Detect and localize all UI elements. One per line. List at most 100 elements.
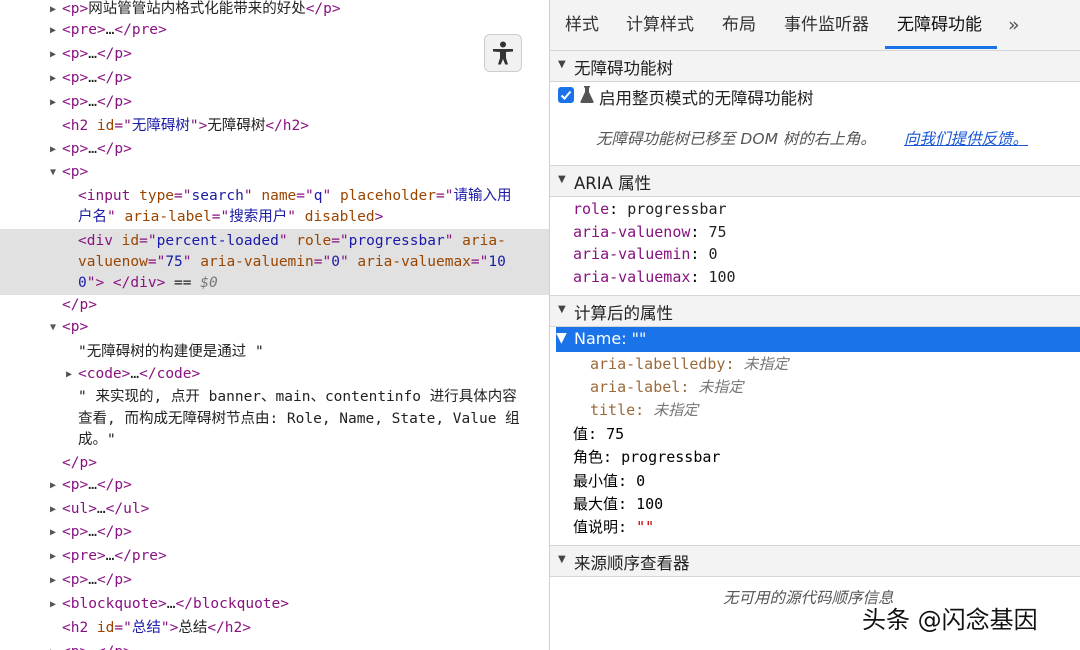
feedback-link[interactable]: 向我们提供反馈。 <box>904 127 1028 149</box>
dom-node-content: <input type="search" name="q" placeholde… <box>78 188 512 204</box>
computed-prop-row: 角色: progressbar <box>573 448 721 466</box>
aria-prop-row: aria-valuenow: 75 <box>573 223 727 241</box>
dom-node-row[interactable]: ▶ <ul>…</ul> <box>0 498 549 521</box>
dom-node-row[interactable]: ▶ <pre>…</pre> <box>0 19 549 42</box>
collapse-triangle-icon[interactable]: ▼ <box>50 161 56 185</box>
expand-triangle-icon[interactable]: ▶ <box>50 43 56 67</box>
dom-node-row[interactable]: <input type="search" name="q" placeholde… <box>0 185 549 208</box>
dom-node-content: <pre>…</pre> <box>62 548 167 564</box>
name-source-row: aria-labelledby: 未指定 <box>590 355 789 373</box>
expand-triangle-icon: ▼ <box>558 554 566 565</box>
dom-node-content: <div id="percent-loaded" role="progressb… <box>78 233 506 249</box>
dom-node-row[interactable]: ▶ <code>…</code> <box>0 363 549 386</box>
dom-node-row[interactable]: <h2 id="无障碍树">无障碍树</h2> <box>0 115 549 138</box>
dom-node-row[interactable]: 0"> </div> == $0 <box>0 272 549 295</box>
expand-triangle-icon: ▼ <box>556 330 567 346</box>
checkbox-label[interactable]: 启用整页模式的无障碍功能树 <box>599 85 814 109</box>
computed-prop-row: 最大值: 100 <box>573 495 664 513</box>
tab-accessibility[interactable]: 无障碍功能 <box>897 10 982 40</box>
expand-triangle-icon[interactable]: ▶ <box>50 91 56 115</box>
dom-node-row[interactable]: 成。" <box>0 429 549 452</box>
aria-prop-row: role: progressbar <box>573 200 727 218</box>
tab-computed[interactable]: 计算样式 <box>626 10 694 40</box>
expand-triangle-icon[interactable]: ▶ <box>50 474 56 498</box>
dom-node-content: <p>…</p> <box>62 46 132 62</box>
accessibility-tree-toggle-button[interactable] <box>484 34 522 72</box>
expand-triangle-icon[interactable]: ▶ <box>66 363 72 387</box>
tab-layout[interactable]: 布局 <box>722 10 756 40</box>
section-computed-header[interactable]: ▼ 计算后的属性 <box>550 295 1080 327</box>
dom-node-row[interactable]: ▼ <p> <box>0 161 549 184</box>
dom-node-row[interactable]: ▶ <p>网站管管站内格式化能带来的好处</p> <box>0 0 549 21</box>
tree-moved-note: 无障碍功能树已移至 DOM 树的右上角。 <box>596 130 876 148</box>
dom-node-content: 查看, 而构成无障碍树节点由: Role, Name, State, Value… <box>78 411 520 427</box>
dom-node-row[interactable]: valuenow="75" aria-valuemin="0" aria-val… <box>0 251 549 274</box>
dom-node-content: <p>…</p> <box>62 94 132 110</box>
dom-node-row[interactable]: ▶ <p>…</p> <box>0 91 549 114</box>
tab-styles[interactable]: 样式 <box>565 10 599 40</box>
expand-triangle-icon[interactable]: ▶ <box>50 593 56 617</box>
dom-node-content: <h2 id="总结">总结</h2> <box>62 620 251 636</box>
dom-node-row[interactable]: " 来实现的, 点开 banner、main、contentinfo 进行具体内… <box>0 386 549 409</box>
dom-node-content: <p>…</p> <box>62 477 132 493</box>
watermark-text: 头条 @闪念基因 <box>862 606 1038 634</box>
dom-node-content: <h2 id="无障碍树">无障碍树</h2> <box>62 118 309 134</box>
dom-node-content: " 来实现的, 点开 banner、main、contentinfo 进行具体内… <box>78 389 517 405</box>
expand-triangle-icon[interactable]: ▶ <box>50 138 56 162</box>
expand-triangle-icon[interactable]: ▶ <box>50 19 56 43</box>
dom-node-row[interactable]: </p> <box>0 452 549 475</box>
expand-triangle-icon[interactable]: ▶ <box>50 641 56 650</box>
name-label: Name: "" <box>574 329 647 348</box>
full-page-tree-checkbox[interactable] <box>558 87 574 103</box>
dom-node-row[interactable]: ▶ <p>…</p> <box>0 43 549 66</box>
aria-prop-row: aria-valuemax: 100 <box>573 268 736 286</box>
more-tabs-icon[interactable]: » <box>1008 10 1020 40</box>
collapse-triangle-icon[interactable]: ▼ <box>50 316 56 340</box>
accessibility-person-icon <box>493 41 513 65</box>
name-source-row: title: 未指定 <box>590 401 699 419</box>
dom-node-row[interactable]: ▶ <blockquote>…</blockquote> <box>0 593 549 616</box>
dom-node-content: </p> <box>62 297 97 313</box>
expand-triangle-icon[interactable]: ▶ <box>50 545 56 569</box>
dom-node-content: <blockquote>…</blockquote> <box>62 596 289 612</box>
flask-icon <box>580 86 594 103</box>
dom-node-row[interactable]: 查看, 而构成无障碍树节点由: Role, Name, State, Value… <box>0 408 549 431</box>
dom-node-row[interactable]: ▶ <pre>…</pre> <box>0 545 549 568</box>
dom-node-content: <pre>…</pre> <box>62 22 167 38</box>
expand-triangle-icon[interactable]: ▶ <box>50 569 56 593</box>
dom-node-row[interactable]: "无障碍树的构建便是通过 " <box>0 341 549 364</box>
expand-triangle-icon[interactable]: ▶ <box>50 67 56 91</box>
dom-node-content: 0"> </div> == $0 <box>78 275 218 291</box>
dom-node-row[interactable]: ▶ <p>…</p> <box>0 521 549 544</box>
dom-node-row[interactable]: <h2 id="总结">总结</h2> <box>0 617 549 640</box>
tab-event-listeners[interactable]: 事件监听器 <box>784 10 869 40</box>
dom-node-content: <p> <box>62 319 89 335</box>
dom-node-row[interactable]: ▶ <p>…</p> <box>0 569 549 592</box>
section-accessibility-tree-header[interactable]: ▼ 无障碍功能树 <box>550 50 1080 82</box>
expand-triangle-icon[interactable]: ▶ <box>50 498 56 522</box>
computed-prop-row: 最小值: 0 <box>573 472 646 490</box>
section-title: ARIA 属性 <box>574 174 652 193</box>
expand-triangle-icon: ▼ <box>558 59 566 70</box>
dom-node-row[interactable]: <div id="percent-loaded" role="progressb… <box>0 230 549 251</box>
name-source-row: aria-label: 未指定 <box>590 378 744 396</box>
dom-node-content: <p>…</p> <box>62 524 132 540</box>
computed-name-row[interactable]: ▼ Name: "" <box>556 327 1080 352</box>
section-title: 计算后的属性 <box>574 304 673 323</box>
dom-node-row[interactable]: 户名" aria-label="搜索用户" disabled> <box>0 206 549 229</box>
checkmark-icon <box>560 90 572 100</box>
aria-prop-row: aria-valuemin: 0 <box>573 245 718 263</box>
section-source-order-header[interactable]: ▼ 来源顺序查看器 <box>550 545 1080 577</box>
section-aria-header[interactable]: ▼ ARIA 属性 <box>550 165 1080 197</box>
dom-node-row[interactable]: ▶ <p>…</p> <box>0 138 549 161</box>
dom-node-content: <p>…</p> <box>62 141 132 157</box>
dom-node-row[interactable]: ▶ <p>…</p> <box>0 67 549 90</box>
section-title: 无障碍功能树 <box>574 59 673 78</box>
dom-node-content: <p> <box>62 164 89 180</box>
expand-triangle-icon: ▼ <box>558 174 566 185</box>
expand-triangle-icon[interactable]: ▶ <box>50 521 56 545</box>
dom-node-row[interactable]: </p> <box>0 294 549 317</box>
dom-node-row[interactable]: ▼ <p> <box>0 316 549 339</box>
dom-node-row[interactable]: ▶ <p>…</p> <box>0 641 549 650</box>
dom-node-row[interactable]: ▶ <p>…</p> <box>0 474 549 497</box>
